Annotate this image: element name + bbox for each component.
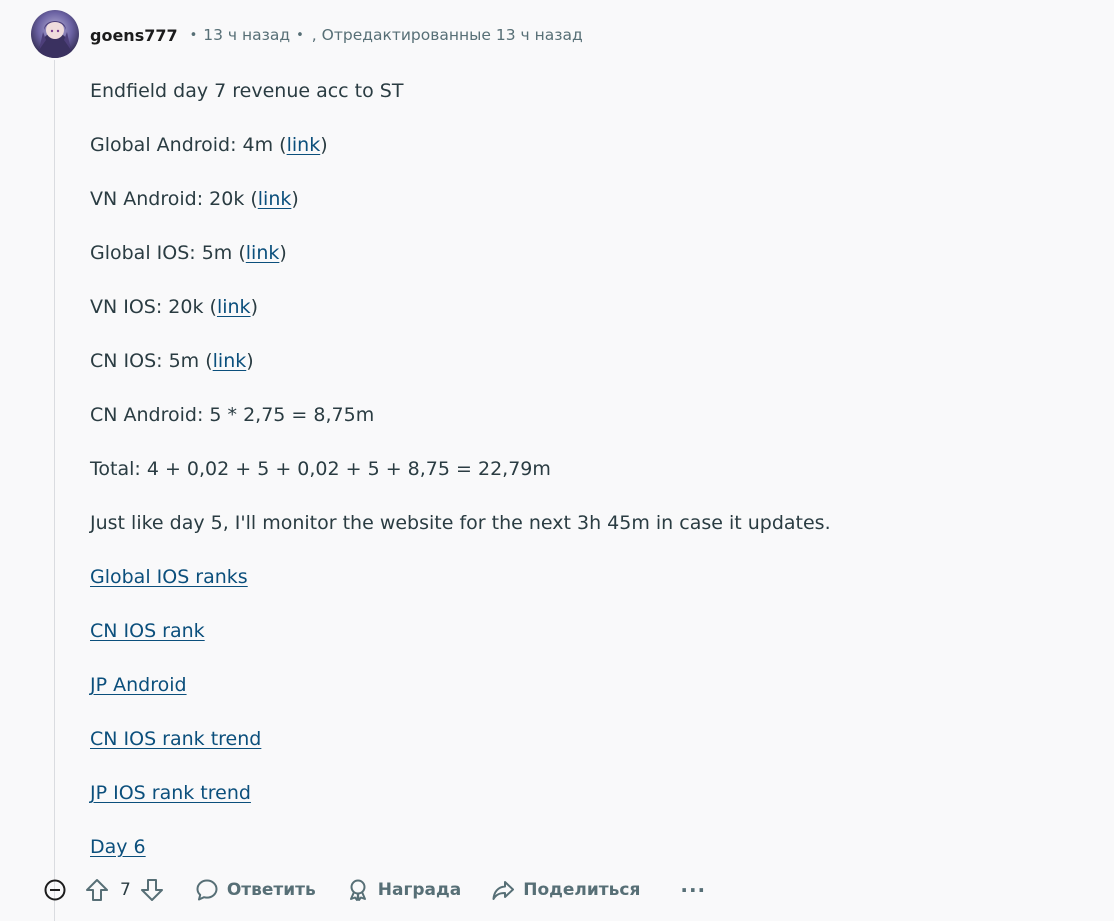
reply-label: Ответить xyxy=(226,880,316,900)
vote-count: 7 xyxy=(120,880,131,900)
comment-time[interactable]: 13 ч назад xyxy=(203,26,290,44)
inline-link[interactable]: link xyxy=(246,242,280,264)
paragraph-text: Total: 4 + 0,02 + 5 + 0,02 + 5 + 8,75 = … xyxy=(90,458,551,480)
comment-paragraph: Total: 4 + 0,02 + 5 + 0,02 + 5 + 8,75 = … xyxy=(90,455,1070,483)
reply-button[interactable]: Ответить xyxy=(195,878,316,902)
share-label: Поделиться xyxy=(523,880,641,900)
comment-meta: goens777 • 13 ч назад • , Отредактирован… xyxy=(90,24,583,46)
comment-paragraph: Global IOS: 5m (link) xyxy=(90,239,1070,267)
collapse-thread-button[interactable] xyxy=(38,873,72,907)
comment-paragraph: Global Android: 4m (link) xyxy=(90,131,1070,159)
paragraph-text: Endfield day 7 revenue acc to ST xyxy=(90,80,404,102)
paragraph-text: Global IOS: 5m ( xyxy=(90,242,246,264)
separator-dot: • xyxy=(296,27,304,43)
paragraph-text: VN Android: 20k ( xyxy=(90,188,258,210)
comment-paragraph: CN IOS rank trend xyxy=(90,725,1070,753)
inline-link[interactable]: link xyxy=(287,134,321,156)
upvote-button[interactable] xyxy=(84,877,110,903)
share-icon xyxy=(492,881,515,900)
comment-paragraph: Global IOS ranks xyxy=(90,563,1070,591)
paragraph-text: CN Android: 5 * 2,75 = 8,75m xyxy=(90,404,375,426)
inline-link[interactable]: link xyxy=(217,296,251,318)
comment-paragraph: JP Android xyxy=(90,671,1070,699)
inline-link[interactable]: link xyxy=(213,350,247,372)
comment-paragraph: VN Android: 20k (link) xyxy=(90,185,1070,213)
more-options-button[interactable]: ··· xyxy=(680,878,706,902)
inline-link[interactable]: link xyxy=(258,188,292,210)
avatar[interactable] xyxy=(31,10,79,58)
downvote-button[interactable] xyxy=(139,877,165,903)
upvote-icon xyxy=(86,879,108,901)
comment-paragraph: JP IOS rank trend xyxy=(90,779,1070,807)
comment-paragraph: CN IOS: 5m (link) xyxy=(90,347,1070,375)
comment-paragraph: CN Android: 5 * 2,75 = 8,75m xyxy=(90,401,1070,429)
link-day-6[interactable]: Day 6 xyxy=(90,836,146,858)
paragraph-text: Global Android: 4m ( xyxy=(90,134,287,156)
edited-label: , Отредактированные 13 ч назад xyxy=(311,26,583,44)
link-cn-ios-rank[interactable]: CN IOS rank xyxy=(90,620,205,642)
paragraph-text: CN IOS: 5m ( xyxy=(90,350,213,372)
comment-paragraph: VN IOS: 20k (link) xyxy=(90,293,1070,321)
thread-line[interactable] xyxy=(54,60,55,921)
comment-page: goens777 • 13 ч назад • , Отредактирован… xyxy=(0,0,1114,921)
link-jp-android[interactable]: JP Android xyxy=(90,674,187,696)
award-button[interactable]: Награда xyxy=(346,878,461,902)
link-global-ios-ranks[interactable]: Global IOS ranks xyxy=(90,566,248,588)
author-name[interactable]: goens777 xyxy=(90,26,178,45)
comment-paragraph: Day 6 xyxy=(90,833,1070,861)
paragraph-text: ) xyxy=(250,296,258,318)
comment-paragraph: CN IOS rank xyxy=(90,617,1070,645)
paragraph-text: ) xyxy=(320,134,328,156)
paragraph-text: ) xyxy=(279,242,287,264)
comment-icon xyxy=(196,879,218,901)
comment-actions: 7 Ответить Награда Поделиться ··· xyxy=(38,872,706,908)
award-label: Награда xyxy=(377,880,462,900)
paragraph-text: VN IOS: 20k ( xyxy=(90,296,217,318)
comment-paragraph: Endfield day 7 revenue acc to ST xyxy=(90,77,1070,105)
separator-dot: • xyxy=(189,27,198,43)
paragraph-text: Just like day 5, I'll monitor the websit… xyxy=(90,512,831,534)
link-cn-ios-rank-trend[interactable]: CN IOS rank trend xyxy=(90,728,261,750)
link-jp-ios-rank-trend[interactable]: JP IOS rank trend xyxy=(90,782,251,804)
collapse-icon xyxy=(44,879,66,901)
paragraph-text: ) xyxy=(246,350,254,372)
share-button[interactable]: Поделиться xyxy=(491,878,640,902)
comment-body: Endfield day 7 revenue acc to ST Global … xyxy=(90,77,1070,887)
paragraph-text: ) xyxy=(291,188,299,210)
downvote-icon xyxy=(140,879,163,901)
award-icon xyxy=(349,879,366,901)
comment-paragraph: Just like day 5, I'll monitor the websit… xyxy=(90,509,1070,537)
